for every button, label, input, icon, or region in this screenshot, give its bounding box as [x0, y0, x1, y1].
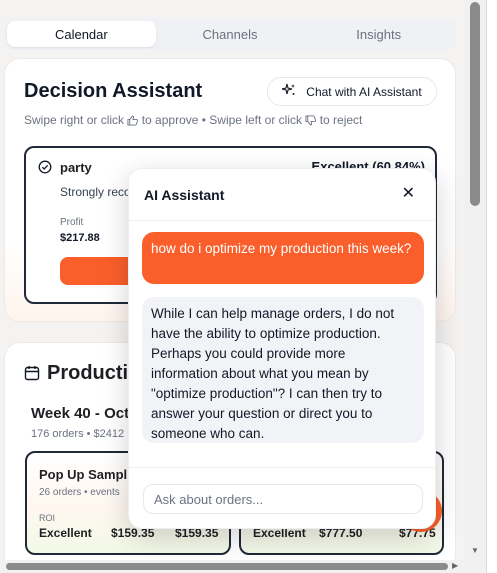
- decision-assistant-title: Decision Assistant: [24, 80, 203, 102]
- swipe-instructions-part3: to reject: [319, 113, 363, 127]
- window-edge: [486, 0, 497, 573]
- event-summary: 26 orders • events: [39, 487, 120, 498]
- thumbs-up-icon: [127, 113, 139, 127]
- view-tabs: Calendar Channels Insights: [4, 18, 456, 50]
- vertical-scrollbar[interactable]: ▼: [464, 0, 486, 560]
- tab-insights[interactable]: Insights: [304, 21, 453, 47]
- tab-calendar[interactable]: Calendar: [7, 21, 156, 47]
- horizontal-scroll-thumb[interactable]: [6, 563, 448, 570]
- chat-with-ai-button[interactable]: Chat with AI Assistant: [267, 77, 437, 106]
- profit-value: $217.88: [60, 232, 100, 244]
- vertical-scroll-thumb[interactable]: [470, 2, 480, 206]
- item-name: party: [60, 160, 92, 175]
- horizontal-scrollbar[interactable]: ▶: [0, 560, 464, 573]
- item-description: Strongly reco: [60, 185, 131, 199]
- chat-input[interactable]: [143, 484, 423, 514]
- chat-with-ai-label: Chat with AI Assistant: [306, 84, 422, 99]
- profit-label: Profit: [60, 217, 84, 228]
- calendar-icon: [24, 365, 40, 386]
- swipe-instructions-part2: to approve • Swipe left or click: [141, 113, 302, 127]
- chat-header: AI Assistant ✕: [129, 169, 435, 221]
- scroll-down-arrow-icon[interactable]: ▼: [470, 546, 480, 556]
- ai-assistant-panel: AI Assistant ✕ how do i optimize my prod…: [128, 168, 436, 529]
- tab-channels[interactable]: Channels: [156, 21, 305, 47]
- swipe-instructions: Swipe right or click to approve • Swipe …: [24, 113, 362, 127]
- assistant-message: While I can help manage orders, I do not…: [142, 297, 424, 443]
- chat-footer: [129, 467, 435, 528]
- week-summary: 176 orders • $2412: [31, 428, 125, 440]
- thumbs-down-icon: [305, 113, 317, 127]
- sparkle-icon: [282, 83, 296, 100]
- close-icon[interactable]: ✕: [402, 186, 415, 202]
- user-message: how do i optimize my production this wee…: [142, 232, 424, 284]
- check-circle-icon: [38, 160, 52, 179]
- event-rating: Excellent: [39, 526, 92, 540]
- roi-label: ROI: [39, 513, 56, 523]
- swipe-instructions-part1: Swipe right or click: [24, 113, 125, 127]
- week-title: Week 40 - Oct: [31, 405, 130, 422]
- chat-title: AI Assistant: [144, 187, 225, 203]
- scroll-right-arrow-icon[interactable]: ▶: [452, 561, 458, 570]
- event-name: Pop Up Sampl: [39, 467, 128, 482]
- scrollbar-corner: [464, 560, 486, 573]
